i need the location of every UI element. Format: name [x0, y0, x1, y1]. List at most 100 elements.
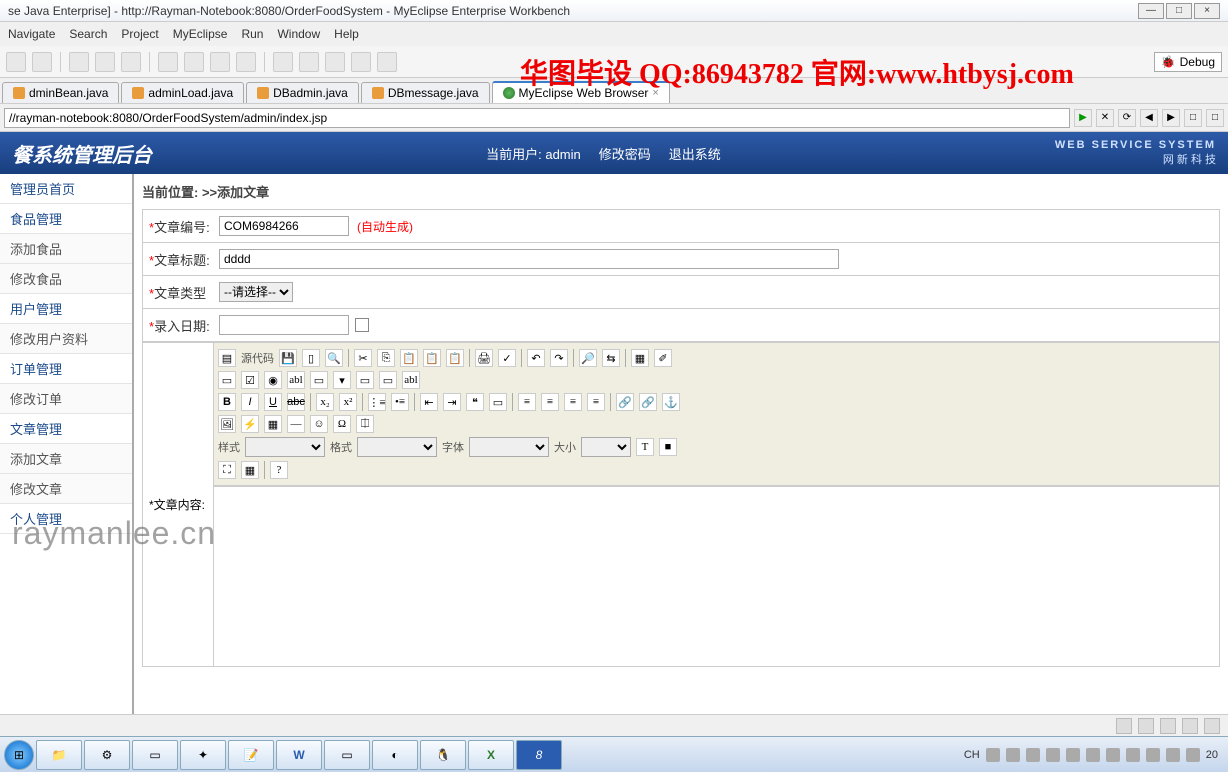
rte-paste-icon[interactable]: 📋 [400, 349, 418, 367]
menu-project[interactable]: Project [121, 27, 158, 41]
task-qq[interactable]: 🐧 [420, 740, 466, 770]
tray-icon[interactable] [1166, 748, 1180, 762]
task-app[interactable]: ✦ [180, 740, 226, 770]
sidebar-item-add-article[interactable]: 添加文章 [0, 444, 132, 474]
browser-nav-btn[interactable]: □ [1184, 109, 1202, 127]
rte-textarea-icon[interactable]: ▭ [310, 371, 328, 389]
toolbar-btn[interactable] [273, 52, 293, 72]
link-change-password[interactable]: 修改密码 [599, 144, 651, 163]
maximize-button[interactable]: □ [1166, 3, 1192, 19]
tab-adminbean[interactable]: dminBean.java [2, 82, 119, 103]
tray-icon[interactable] [986, 748, 1000, 762]
rte-format-select[interactable] [357, 437, 437, 457]
rte-smiley-icon[interactable]: ☺ [310, 415, 328, 433]
tray-icon[interactable] [1066, 748, 1080, 762]
rte-button-icon[interactable]: ▭ [356, 371, 374, 389]
rte-size-select[interactable] [581, 437, 631, 457]
toolbar-btn[interactable] [299, 52, 319, 72]
task-myeclipse[interactable]: ◐ [372, 740, 418, 770]
sidebar-item-edit-user[interactable]: 修改用户资料 [0, 324, 132, 354]
article-type-select[interactable]: --请选择-- [219, 282, 293, 302]
ime-indicator[interactable]: CH [964, 749, 980, 761]
rte-div-icon[interactable]: ▭ [489, 393, 507, 411]
entry-date-input[interactable] [219, 315, 349, 335]
task-app[interactable]: 8 [516, 740, 562, 770]
rte-font-select[interactable] [469, 437, 549, 457]
tray-icon[interactable] [1046, 748, 1060, 762]
rte-spell-icon[interactable]: ✓ [498, 349, 516, 367]
rte-sub-icon[interactable]: x₂ [316, 393, 334, 411]
rte-special-icon[interactable]: Ω [333, 415, 351, 433]
menu-run[interactable]: Run [241, 27, 263, 41]
tab-adminload[interactable]: adminLoad.java [121, 82, 244, 103]
start-button[interactable]: ⊞ [4, 740, 34, 770]
toolbar-btn[interactable] [6, 52, 26, 72]
tray-icon[interactable] [1086, 748, 1100, 762]
rte-redo-icon[interactable]: ↷ [550, 349, 568, 367]
rte-unlink-icon[interactable]: 🔗 [639, 393, 657, 411]
status-icon[interactable] [1138, 718, 1154, 734]
toolbar-btn[interactable] [351, 52, 371, 72]
status-icon[interactable] [1182, 718, 1198, 734]
menu-help[interactable]: Help [334, 27, 359, 41]
toolbar-btn[interactable] [236, 52, 256, 72]
rte-maximize-icon[interactable]: ⛶ [218, 461, 236, 479]
rte-about-icon[interactable]: ? [270, 461, 288, 479]
rte-anchor-icon[interactable]: ⚓ [662, 393, 680, 411]
rte-print-icon[interactable]: 🖨 [475, 349, 493, 367]
close-button[interactable]: × [1194, 3, 1220, 19]
status-icon[interactable] [1116, 718, 1132, 734]
rte-textfield-icon[interactable]: abl [287, 371, 305, 389]
rte-preview-icon[interactable]: 🔍 [325, 349, 343, 367]
rte-italic-icon[interactable]: I [241, 393, 259, 411]
rte-style-select[interactable] [245, 437, 325, 457]
sidebar-item-food-mgmt[interactable]: 食品管理 [0, 204, 132, 234]
rte-select-icon[interactable]: ▾ [333, 371, 351, 389]
rte-blocks-icon[interactable]: ▦ [241, 461, 259, 479]
rte-find-icon[interactable]: 🔎 [579, 349, 597, 367]
rte-undo-icon[interactable]: ↶ [527, 349, 545, 367]
link-logout[interactable]: 退出系统 [669, 144, 721, 163]
rte-center-icon[interactable]: ≡ [541, 393, 559, 411]
go-button[interactable]: ▶ [1074, 109, 1092, 127]
toolbar-btn[interactable] [158, 52, 178, 72]
address-input[interactable] [4, 108, 1070, 128]
rte-underline-icon[interactable]: U [264, 393, 282, 411]
menu-search[interactable]: Search [69, 27, 107, 41]
rte-pastetext-icon[interactable]: 📋 [423, 349, 441, 367]
tab-browser[interactable]: MyEclipse Web Browser× [492, 81, 670, 103]
tray-icon[interactable] [1026, 748, 1040, 762]
browser-nav-btn[interactable]: ⟳ [1118, 109, 1136, 127]
rte-hidden-icon[interactable]: abl [402, 371, 420, 389]
sidebar-item-admin-home[interactable]: 管理员首页 [0, 174, 132, 204]
menu-window[interactable]: Window [277, 27, 320, 41]
toolbar-btn[interactable] [95, 52, 115, 72]
browser-nav-btn[interactable]: □ [1206, 109, 1224, 127]
toolbar-btn[interactable] [210, 52, 230, 72]
toolbar-btn[interactable] [377, 52, 397, 72]
rte-removeformat-icon[interactable]: ✐ [654, 349, 672, 367]
rte-quote-icon[interactable]: ❝ [466, 393, 484, 411]
task-word[interactable]: W [276, 740, 322, 770]
toolbar-btn[interactable] [184, 52, 204, 72]
task-explorer[interactable]: 📁 [36, 740, 82, 770]
tray-icon[interactable] [1146, 748, 1160, 762]
rte-table-icon[interactable]: ▦ [264, 415, 282, 433]
rte-image-icon[interactable]: 🖼 [218, 415, 236, 433]
task-app[interactable]: ⚙ [84, 740, 130, 770]
rte-ul-icon[interactable]: •≡ [391, 393, 409, 411]
rte-checkbox-icon[interactable]: ☑ [241, 371, 259, 389]
status-icon[interactable] [1160, 718, 1176, 734]
rte-cut-icon[interactable]: ✂ [354, 349, 372, 367]
rte-hr-icon[interactable]: — [287, 415, 305, 433]
article-title-input[interactable] [219, 249, 839, 269]
tray-icon[interactable] [1106, 748, 1120, 762]
menu-navigate[interactable]: Navigate [8, 27, 55, 41]
rte-content-area[interactable] [214, 486, 1219, 666]
task-app[interactable]: ▭ [132, 740, 178, 770]
sidebar-item-add-food[interactable]: 添加食品 [0, 234, 132, 264]
task-app[interactable]: ▭ [324, 740, 370, 770]
browser-nav-btn[interactable]: ◀ [1140, 109, 1158, 127]
toolbar-btn[interactable] [32, 52, 52, 72]
minimize-button[interactable]: — [1138, 3, 1164, 19]
